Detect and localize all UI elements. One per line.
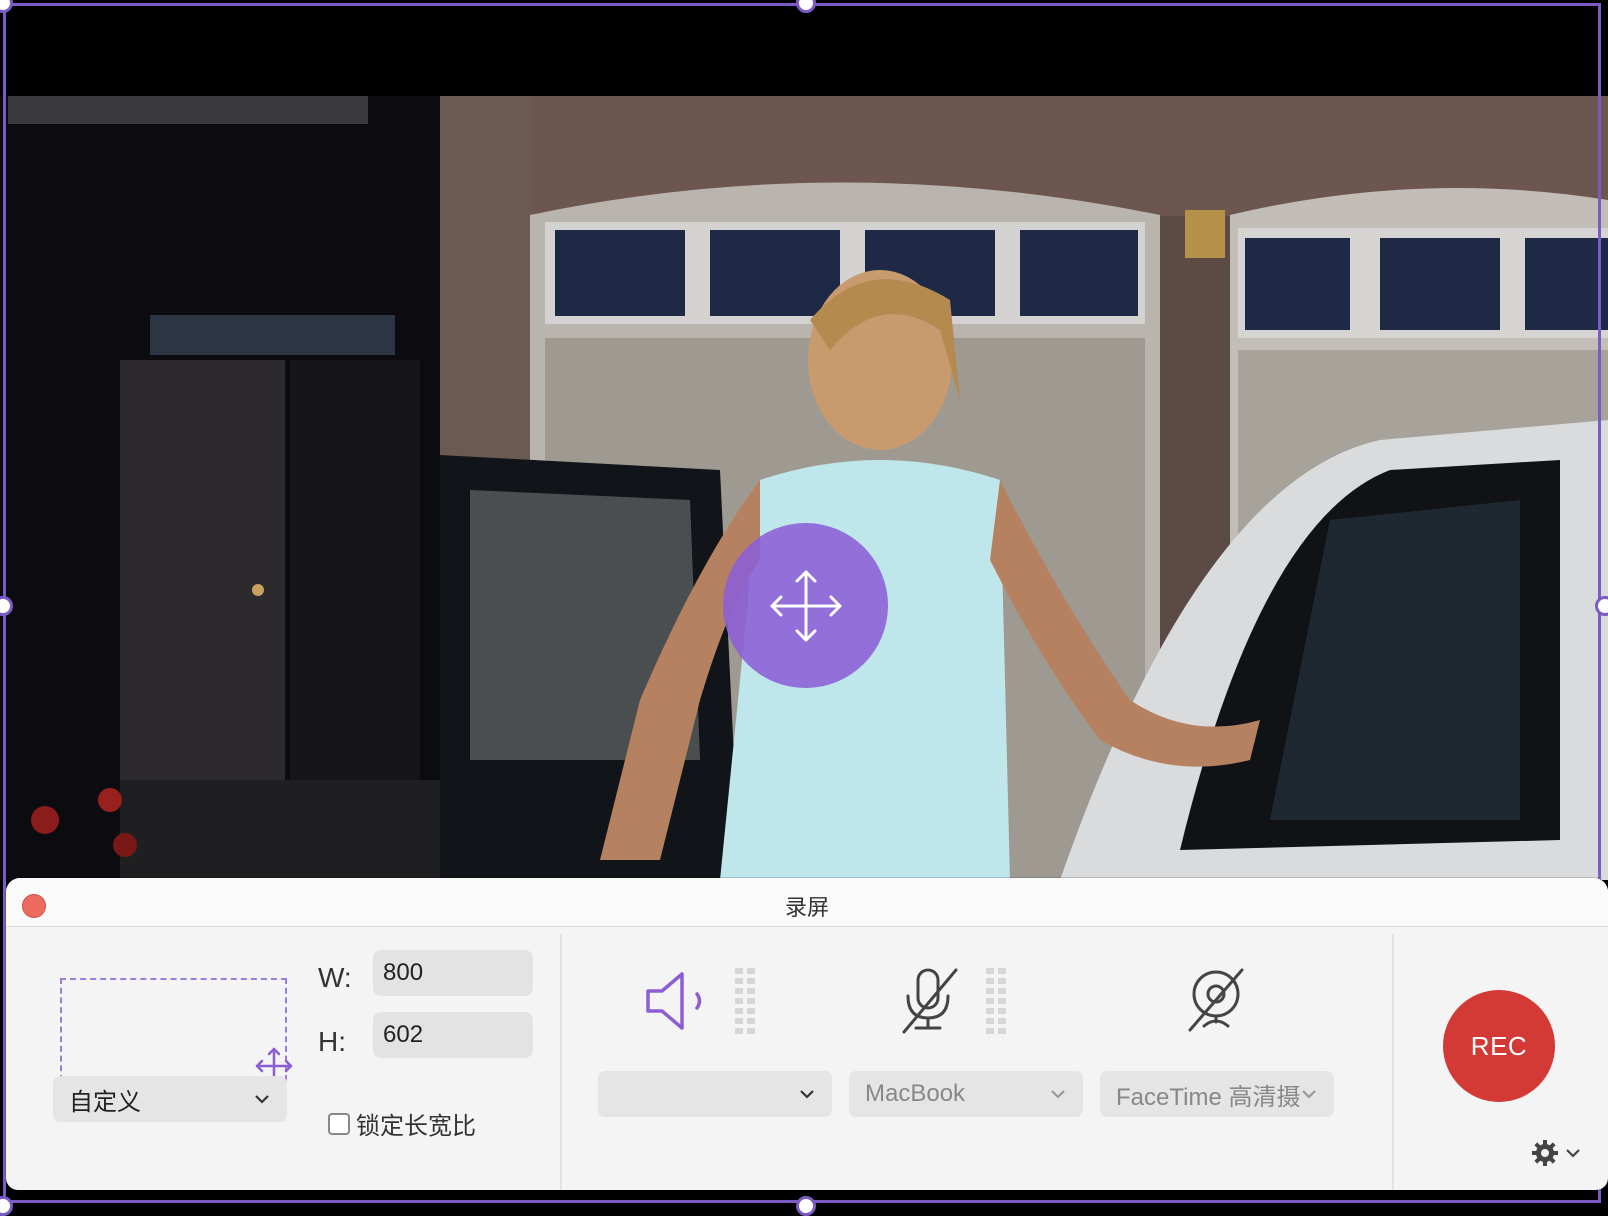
chevron-down-icon	[1566, 1149, 1580, 1158]
height-input[interactable]	[373, 1012, 533, 1058]
width-label: W:	[318, 962, 352, 993]
microphone-device-value: MacBook	[865, 1080, 966, 1107]
section-divider	[560, 934, 562, 1190]
chevron-down-icon	[1302, 1090, 1316, 1099]
resize-handle-right[interactable]	[1595, 596, 1608, 616]
height-label: H:	[318, 1026, 346, 1057]
window-title: 录屏	[784, 895, 829, 920]
recorder-panel: 录屏 W: H: 自定义 锁定长宽比	[6, 878, 1608, 1190]
section-divider	[1392, 934, 1394, 1190]
microphone-device-select[interactable]: MacBook	[849, 1071, 1083, 1117]
lock-ratio-checkbox[interactable]	[328, 1112, 350, 1135]
lock-ratio-row[interactable]: 锁定长宽比	[328, 1106, 476, 1141]
resize-handle-bottom[interactable]	[796, 1196, 816, 1216]
chevron-down-icon	[255, 1095, 269, 1104]
speaker-icon[interactable]	[642, 966, 722, 1036]
microphone-muted-icon[interactable]	[894, 964, 964, 1036]
record-button[interactable]: REC	[1443, 990, 1555, 1102]
record-button-label: REC	[1470, 1030, 1528, 1061]
move-arrows-icon	[770, 570, 841, 641]
gear-icon	[1532, 1140, 1558, 1166]
lock-ratio-label: 锁定长宽比	[356, 1113, 476, 1140]
title-bar[interactable]: 录屏	[6, 878, 1608, 927]
camera-device-value: FaceTime 高清摄	[1116, 1083, 1300, 1111]
preset-select-value: 自定义	[69, 1088, 141, 1116]
region-preview-box	[60, 978, 287, 1081]
chevron-down-icon	[1051, 1090, 1065, 1099]
settings-button[interactable]	[1530, 1138, 1582, 1168]
chevron-down-icon	[800, 1090, 814, 1099]
move-region-button[interactable]	[723, 523, 888, 688]
camera-device-select[interactable]: FaceTime 高清摄	[1100, 1071, 1334, 1117]
camera-off-icon[interactable]	[1180, 964, 1252, 1036]
speaker-device-select[interactable]	[598, 1071, 832, 1117]
width-input[interactable]	[373, 950, 533, 996]
microphone-level-meter	[986, 968, 1006, 1034]
speaker-level-meter	[735, 968, 755, 1034]
preset-select[interactable]: 自定义	[53, 1076, 287, 1122]
